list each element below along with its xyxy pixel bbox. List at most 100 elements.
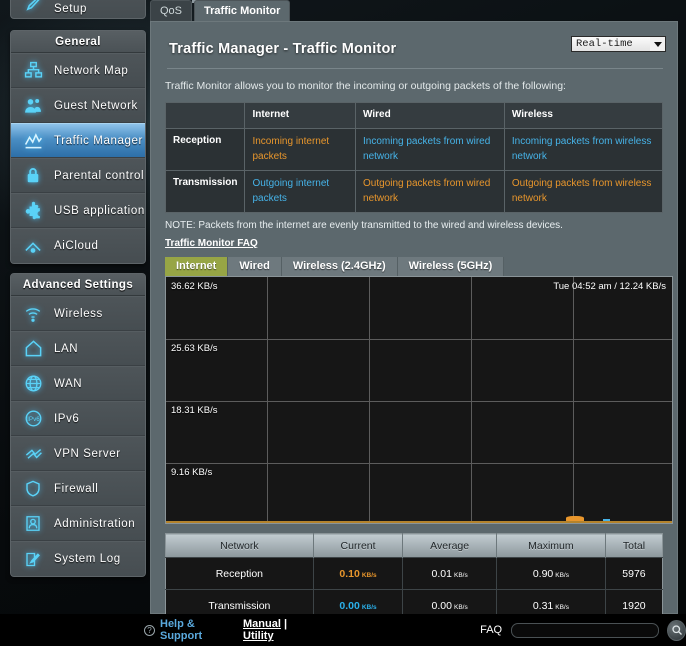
subtab-wireless-5[interactable]: Wireless (5GHz) — [397, 257, 505, 276]
col-internet: Internet — [244, 102, 357, 129]
home-icon — [20, 337, 46, 361]
user-admin-icon — [20, 512, 46, 536]
main-panel: Real-time Traffic Manager - Traffic Moni… — [150, 21, 678, 622]
help-support-link[interactable]: ? Help & Support — [144, 618, 212, 642]
unit: KB/s — [361, 603, 377, 611]
stats-maximum-reception: 0.90 KB/s — [496, 557, 606, 590]
sidebar-group-advanced: Advanced Settings Wireless LAN WAN IPv6 … — [10, 273, 146, 577]
traffic-manager-icon — [20, 129, 46, 153]
sidebar-item-traffic-manager[interactable]: Traffic Manager — [11, 123, 145, 158]
col-network: Network — [165, 533, 314, 558]
svg-text:IPv6: IPv6 — [27, 416, 40, 423]
sidebar-item-label: Guest Network — [54, 99, 138, 112]
traffic-chart[interactable]: 36.62 KB/s 25.63 KB/s 18.31 KB/s 9.16 KB… — [165, 276, 673, 524]
sidebar-item-label: Network Map — [54, 64, 129, 77]
search-icon[interactable] — [667, 619, 686, 641]
row-label-reception: Reception — [164, 128, 246, 171]
footer: ? Help & Support Manual | Utility FAQ — [0, 614, 686, 646]
manual-utility-links: Manual | Utility — [243, 618, 312, 642]
value: 0.10 — [339, 567, 360, 580]
unit: KB/s — [453, 571, 468, 579]
gridline — [471, 277, 472, 523]
stats-average-reception: 0.01 KB/s — [402, 557, 497, 590]
subtab-wireless-24[interactable]: Wireless (2.4GHz) — [281, 257, 398, 276]
question-mark-icon: ? — [144, 624, 155, 636]
stats-network-reception: Reception — [165, 557, 314, 590]
sidebar-item-usb-application[interactable]: USB application — [11, 193, 145, 228]
sidebar-item-administration[interactable]: Administration — [11, 506, 145, 541]
subtab-wired[interactable]: Wired — [228, 257, 282, 276]
sidebar-item-firewall[interactable]: Firewall — [11, 471, 145, 506]
col-wireless: Wireless — [503, 102, 664, 129]
manual-link[interactable]: Manual — [243, 618, 281, 630]
sidebar-item-ipv6[interactable]: IPv6 IPv6 — [11, 401, 145, 436]
table-row: Reception 0.10 KB/s 0.01 KB/s 0.90 KB/s 597… — [165, 557, 663, 590]
cell-transmission-internet: Outgoing internet packets — [244, 170, 357, 213]
note-text: NOTE: Packets from the internet are even… — [165, 220, 563, 231]
sidebar-group-title-general: General — [11, 31, 145, 53]
sidebar-item-wireless[interactable]: Wireless — [11, 296, 145, 331]
cell-transmission-wired: Outgoing packets from wired network — [355, 170, 505, 213]
utility-link[interactable]: Utility — [243, 630, 274, 642]
y-axis-label: 25.63 KB/s — [171, 343, 218, 354]
chart-timestamp: Tue 04:52 am / 12.24 KB/s — [553, 281, 666, 292]
table-row: Reception Incoming internet packets Inco… — [164, 128, 664, 171]
traffic-monitor-faq-link[interactable]: Traffic Monitor FAQ — [165, 238, 258, 249]
vpn-icon — [20, 442, 46, 466]
col-blank — [164, 102, 246, 129]
sidebar-item-label: Setup — [54, 3, 88, 15]
col-average: Average — [402, 533, 497, 558]
gridline — [166, 463, 672, 464]
cloud-icon — [20, 234, 46, 258]
value: 0.31 — [532, 599, 554, 612]
unit: KB/s — [555, 571, 569, 579]
period-select-value: Real-time — [576, 38, 633, 50]
sidebar-item-setup[interactable]: Setup — [10, 0, 146, 19]
value: 0.00 — [339, 599, 360, 612]
system-log-icon — [20, 547, 46, 571]
col-maximum: Maximum — [496, 533, 606, 558]
faq-label: FAQ — [480, 624, 503, 636]
sidebar-item-label: Traffic Manager — [54, 134, 143, 147]
network-subtabs: Internet Wired Wireless (2.4GHz) Wireles… — [165, 257, 677, 276]
sidebar-item-label: USB application — [54, 204, 145, 217]
tab-traffic-monitor[interactable]: Traffic Monitor — [194, 0, 291, 21]
value: 0.00 — [431, 599, 452, 612]
tab-qos[interactable]: QoS — [150, 0, 193, 21]
pencil-icon — [20, 0, 46, 15]
sidebar-item-system-log[interactable]: System Log — [11, 541, 145, 576]
sidebar-item-guest-network[interactable]: Guest Network — [11, 88, 145, 123]
unit: KB/s — [453, 603, 468, 611]
faq-search-input[interactable] — [511, 622, 660, 638]
router-admin-page: Setup General Network Map Guest Network … — [0, 0, 686, 646]
table-header-row: Network Current Average Maximum Total — [165, 533, 663, 558]
gridline — [573, 277, 574, 523]
stats-total-reception: 5976 — [605, 557, 663, 590]
sidebar-item-wan[interactable]: WAN — [11, 366, 145, 401]
sidebar-item-aicloud[interactable]: AiCloud — [11, 228, 145, 263]
subtab-internet[interactable]: Internet — [165, 257, 229, 276]
sidebar: General Network Map Guest Network Traffi… — [10, 30, 146, 586]
sidebar-item-parental-control[interactable]: Parental control — [11, 158, 145, 193]
chart-baseline — [166, 521, 672, 523]
stats-current-reception: 0.10 KB/s — [313, 557, 404, 590]
sidebar-item-label: LAN — [54, 342, 79, 355]
lock-icon — [20, 164, 46, 188]
row-label-transmission: Transmission — [164, 170, 246, 213]
period-select[interactable]: Real-time — [571, 36, 666, 52]
sidebar-item-label: VPN Server — [54, 447, 121, 460]
wifi-icon — [20, 302, 46, 326]
sidebar-item-lan[interactable]: LAN — [11, 331, 145, 366]
guest-network-icon — [20, 94, 46, 118]
sidebar-item-label: Firewall — [54, 482, 99, 495]
sidebar-item-vpn-server[interactable]: VPN Server — [11, 436, 145, 471]
packet-info-table: Internet Wired Wireless Reception Incomi… — [164, 102, 664, 213]
sidebar-item-label: IPv6 — [54, 412, 80, 425]
col-current: Current — [313, 533, 404, 558]
sidebar-item-label: Administration — [54, 517, 136, 530]
gridline — [166, 339, 672, 340]
sidebar-group-general: General Network Map Guest Network Traffi… — [10, 30, 146, 264]
value: 0.90 — [532, 567, 554, 580]
link-separator: | — [283, 618, 288, 630]
sidebar-item-network-map[interactable]: Network Map — [11, 53, 145, 88]
